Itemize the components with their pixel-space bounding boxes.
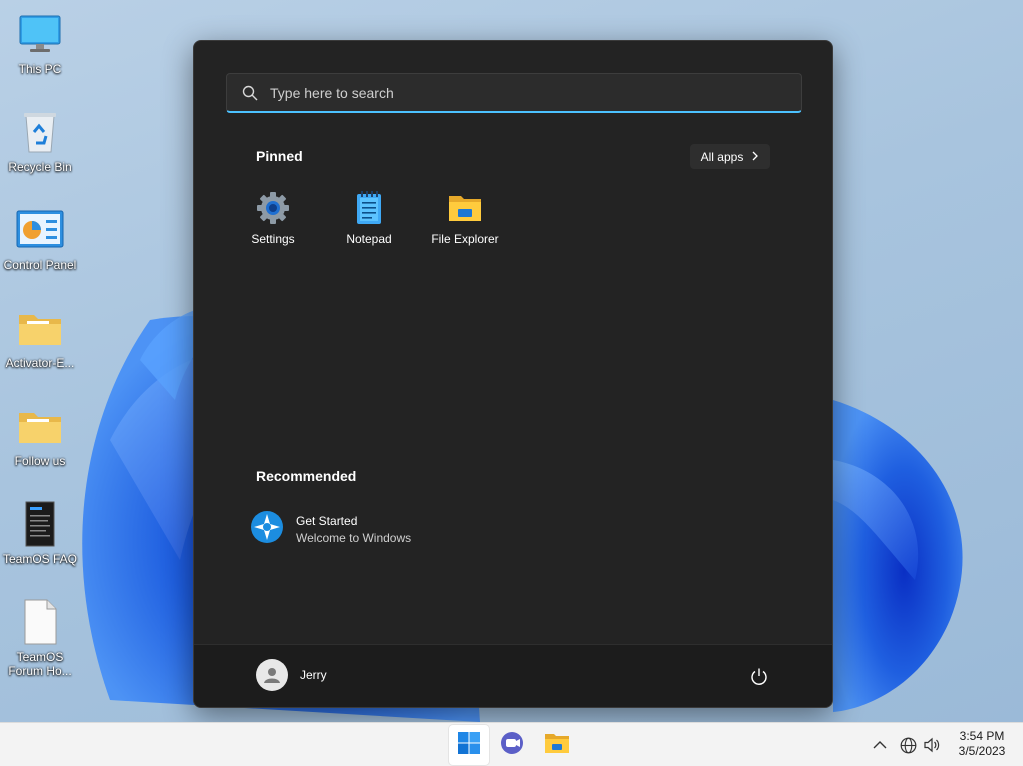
chevron-up-icon[interactable] [871, 736, 889, 754]
desktop-icon-this-pc[interactable]: This PC [2, 2, 78, 90]
globe-icon[interactable] [899, 736, 917, 754]
recommended-item-title: Get Started [296, 513, 358, 528]
file-explorer-icon [544, 732, 570, 759]
search-icon [242, 85, 258, 101]
pinned-section-title: Pinned [256, 148, 303, 164]
pinned-app-label: Settings [251, 232, 295, 246]
user-avatar-icon [256, 659, 288, 691]
pinned-app-settings[interactable]: Settings [225, 191, 321, 255]
desktop-icon-follow-us-folder[interactable]: Follow us [2, 394, 78, 482]
start-button[interactable] [449, 725, 489, 765]
desktop-icon-control-panel[interactable]: Control Panel [2, 198, 78, 286]
all-apps-label: All apps [700, 149, 744, 164]
taskbar-file-explorer[interactable] [537, 725, 577, 765]
start-icon [457, 731, 481, 760]
document-dark-icon [16, 500, 64, 548]
taskbar-clock[interactable]: 3:54 PM 3/5/2023 [950, 729, 1014, 759]
search-input[interactable] [270, 84, 770, 101]
pinned-app-notepad[interactable]: Notepad [321, 191, 417, 255]
desktop-icon-teamos-forum[interactable]: TeamOS Forum Ho... [2, 590, 78, 678]
search-box[interactable] [226, 73, 802, 113]
get-started-icon [250, 510, 284, 549]
recommended-item-subtitle: Welcome to Windows [296, 530, 412, 545]
taskbar-teams-chat[interactable] [493, 725, 533, 765]
folder-icon [448, 191, 482, 225]
start-menu: Pinned All apps Settings Notepad File Ex… [193, 40, 833, 708]
notepad-icon [352, 191, 386, 225]
recommended-item-get-started[interactable]: Get Started Welcome to Windows [250, 507, 550, 551]
computer-icon [16, 10, 64, 58]
power-button[interactable] [750, 667, 772, 689]
taskbar: 3:54 PM 3/5/2023 [0, 722, 1023, 766]
control-panel-icon [16, 206, 64, 254]
pinned-app-file-explorer[interactable]: File Explorer [417, 191, 513, 255]
folder-icon [16, 304, 64, 352]
desktop-icon-activator-folder[interactable]: Activator-E... [2, 296, 78, 384]
desktop-icon-teamos-faq[interactable]: TeamOS FAQ [2, 492, 78, 580]
pinned-app-label: File Explorer [431, 232, 499, 246]
gear-icon [256, 191, 290, 225]
all-apps-button[interactable]: All apps [690, 144, 770, 169]
file-icon [16, 598, 64, 646]
power-icon [750, 668, 768, 689]
folder-icon [16, 402, 64, 450]
chevron-right-icon [751, 150, 759, 164]
teams-chat-icon [500, 731, 526, 760]
clock-date: 3/5/2023 [958, 744, 1006, 758]
user-name: Jerry [300, 668, 327, 682]
user-account-button[interactable]: Jerry [256, 659, 327, 691]
recycle-bin-icon [16, 108, 64, 156]
user-bar: Jerry [194, 644, 832, 707]
clock-time: 3:54 PM [959, 729, 1005, 743]
pinned-app-label: Notepad [346, 232, 392, 246]
desktop-icon-recycle-bin[interactable]: Recycle Bin [2, 100, 78, 188]
speaker-icon[interactable] [923, 736, 941, 754]
recommended-section-title: Recommended [256, 468, 357, 484]
